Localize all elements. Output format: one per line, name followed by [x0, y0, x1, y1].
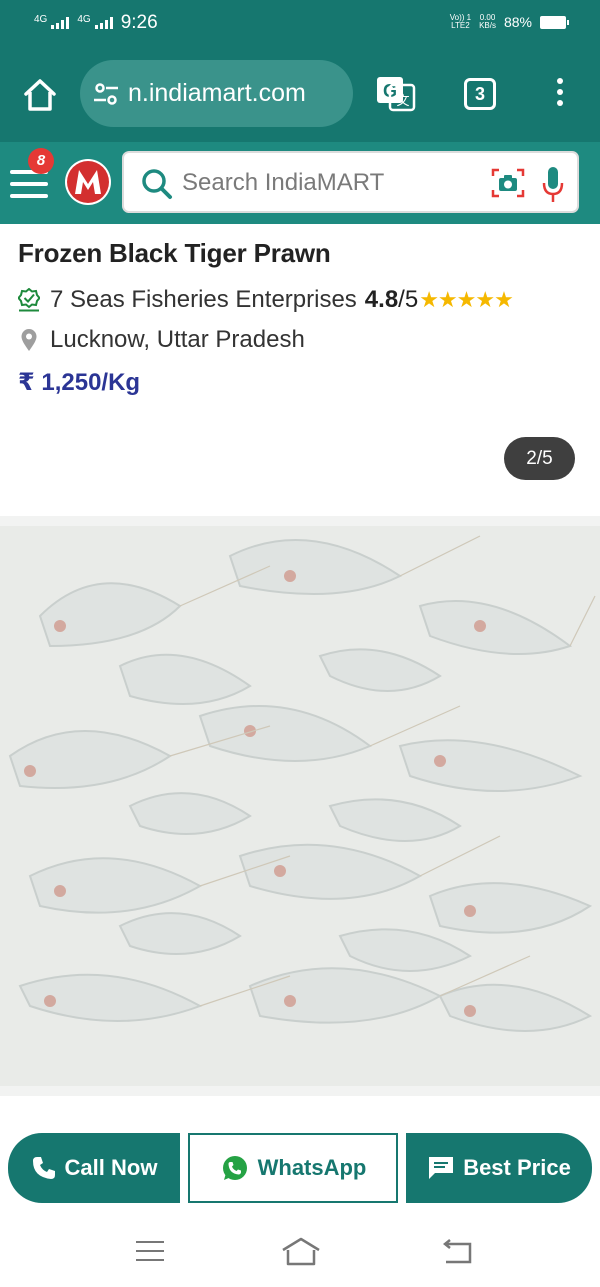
search-bar[interactable]: [122, 151, 579, 213]
search-input[interactable]: [182, 165, 482, 201]
location-text: Lucknow, Uttar Pradesh: [50, 326, 305, 353]
tabs-count-button[interactable]: 3: [464, 78, 496, 110]
home-icon[interactable]: [20, 75, 60, 115]
call-now-button[interactable]: Call Now: [8, 1133, 180, 1203]
product-page: 4G 4G 9:26 Vo)) 1 LTE2 0.00 KB/s 88% n.i…: [0, 0, 600, 1287]
more-vert-icon[interactable]: [552, 78, 568, 112]
site-settings-icon[interactable]: [92, 80, 120, 108]
translate-icon[interactable]: G 文: [376, 76, 416, 112]
seller-rating: 4.8/5: [365, 286, 418, 314]
status-right: Vo)) 1 LTE2 0.00 KB/s 88%: [450, 14, 569, 30]
verified-icon: [18, 288, 40, 312]
camera-search-icon[interactable]: [490, 166, 526, 200]
call-now-label: Call Now: [64, 1155, 158, 1180]
whatsapp-icon: [222, 1156, 247, 1180]
battery-icon: [540, 15, 569, 29]
nav-home-icon[interactable]: [280, 1236, 322, 1268]
site-header: 8: [0, 142, 600, 224]
image-counter: 2/5: [504, 437, 575, 480]
product-title: Frozen Black Tiger Prawn: [18, 238, 331, 268]
address-bar[interactable]: n.indiamart.com: [80, 60, 353, 127]
clock: 9:26: [120, 12, 158, 33]
status-bar: 4G 4G 9:26 Vo)) 1 LTE2 0.00 KB/s 88%: [0, 0, 600, 48]
battery-percent: 88%: [503, 14, 532, 30]
net-speed-unit: KB/s: [479, 21, 496, 30]
rating-max: /5: [398, 286, 419, 313]
product-price: ₹ 1,250/Kg: [18, 369, 141, 396]
rating-value: 4.8: [364, 286, 399, 313]
status-left: 4G 4G 9:26: [34, 12, 158, 34]
signal-icon: [51, 17, 70, 29]
product-image[interactable]: [0, 516, 600, 1096]
volte-bottom: LTE2: [451, 21, 470, 30]
phone-icon: [32, 1157, 55, 1179]
recent-apps-icon[interactable]: [136, 1241, 164, 1263]
mic-icon[interactable]: [540, 165, 566, 205]
message-icon: [429, 1157, 454, 1179]
svg-text:文: 文: [396, 94, 409, 109]
signal-icon-2: [94, 17, 113, 29]
best-price-label: Best Price: [463, 1155, 571, 1180]
network-label-2: 4G: [77, 14, 91, 25]
notification-badge: 8: [28, 148, 54, 174]
hamburger-menu-icon[interactable]: [10, 170, 50, 198]
volte-indicator: Vo)) 1 LTE2: [450, 14, 471, 30]
best-price-button[interactable]: Best Price: [406, 1133, 592, 1203]
nav-back-icon[interactable]: [440, 1238, 474, 1266]
search-icon[interactable]: [140, 167, 174, 201]
rating-stars: ★★★★★: [419, 287, 514, 312]
seller-name[interactable]: 7 Seas Fisheries Enterprises: [50, 286, 357, 314]
indiamart-logo[interactable]: [64, 158, 112, 206]
url-text: n.indiamart.com: [128, 79, 306, 107]
net-speed: 0.00 KB/s: [479, 14, 496, 30]
whatsapp-button[interactable]: WhatsApp: [188, 1133, 398, 1203]
seller-row: 7 Seas Fisheries Enterprises 4.8/5 ★★★★★: [18, 286, 514, 314]
system-nav-bar: [0, 1216, 600, 1287]
location-pin-icon: [21, 329, 37, 351]
location-row: Lucknow, Uttar Pradesh: [18, 326, 305, 354]
whatsapp-label: WhatsApp: [257, 1155, 367, 1180]
network-label-1: 4G: [34, 14, 48, 25]
browser-toolbar: n.indiamart.com G 文 3: [0, 48, 600, 142]
